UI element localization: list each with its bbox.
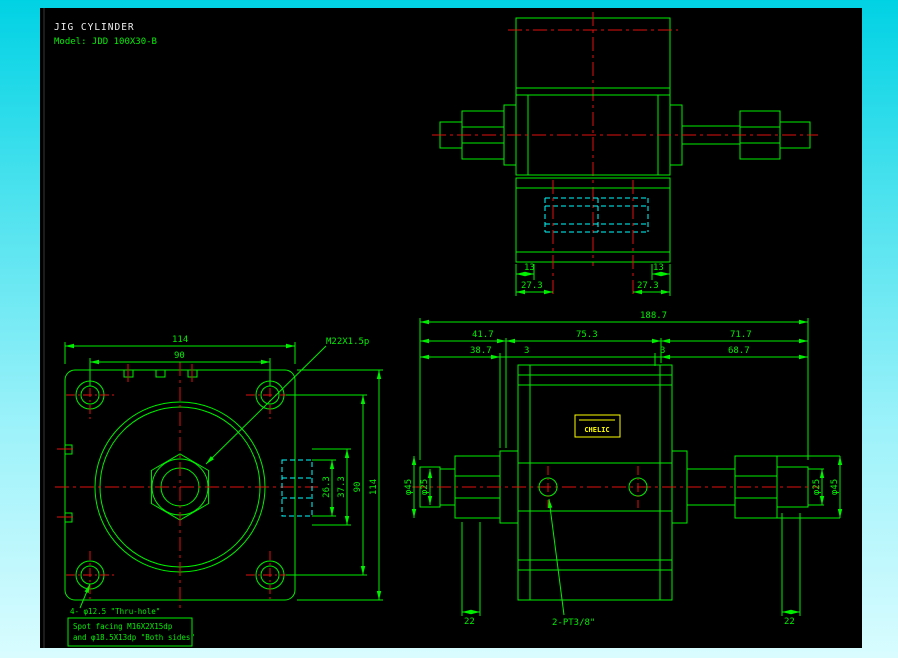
- dim-75-3: 75.3: [576, 330, 598, 340]
- dia-25-right: φ25: [812, 479, 822, 495]
- dim-41-7: 41.7: [472, 330, 494, 340]
- dia-25-left: φ25: [420, 479, 430, 495]
- bolt-hole-bottom-left: [66, 551, 114, 599]
- dim-13-left: 13: [524, 263, 535, 273]
- title-block: JIG CYLINDER Model: JDD 100X30-B: [54, 22, 157, 47]
- app-background: JIG CYLINDER Model: JDD 100X30-B: [0, 0, 898, 658]
- drawing-canvas[interactable]: JIG CYLINDER Model: JDD 100X30-B: [40, 8, 862, 648]
- brand-stamp-label: CHELIC: [584, 426, 609, 434]
- dim-27-3-right: 27.3: [637, 281, 659, 291]
- side-section-view: CHELIC 188.7 41.7 75.3 71.7: [404, 311, 840, 628]
- dim-13-right: 13: [653, 263, 664, 273]
- dim-68-7: 68.7: [728, 346, 750, 356]
- hole-notes: 4- φ12.5 "Thru-hole" Spot facing M16X2X1…: [68, 584, 195, 646]
- dia-45-left: φ45: [404, 479, 414, 495]
- plan-view: 13 13 27.3 27.3: [432, 12, 818, 296]
- dim-26-3-right: 26.3: [322, 476, 332, 498]
- dim-22-left: 22: [464, 617, 475, 627]
- dim-38-7: 38.7: [470, 346, 492, 356]
- port-callout: 2-PT3/8": [552, 618, 595, 628]
- dim-37-3-right: 37.3: [337, 476, 347, 498]
- note-line-3: and φ18.5X13dp "Both sides": [73, 633, 195, 642]
- dim-114-top: 114: [172, 335, 188, 345]
- dim-114-right: 114: [369, 479, 379, 495]
- front-view: 114 90 M22X1.5p 26.3 37.3: [55, 335, 383, 646]
- brand-stamp: CHELIC: [575, 415, 620, 437]
- drawing-title: JIG CYLINDER: [54, 22, 135, 33]
- dim-3-left: 3: [524, 346, 529, 356]
- dim-27-3-left: 27.3: [521, 281, 543, 291]
- cad-drawing: JIG CYLINDER Model: JDD 100X30-B: [40, 8, 862, 648]
- dim-3-right: 3: [660, 346, 665, 356]
- note-line-1: 4- φ12.5 "Thru-hole": [70, 607, 160, 616]
- dim-90-top: 90: [174, 351, 185, 361]
- model-label: Model: JDD 100X30-B: [54, 37, 157, 47]
- dim-71-7: 71.7: [730, 330, 752, 340]
- thread-callout: M22X1.5p: [326, 337, 369, 347]
- dia-45-right: φ45: [830, 479, 840, 495]
- note-line-2: Spot facing M16X2X15dp: [73, 622, 173, 631]
- dim-22-right: 22: [784, 617, 795, 627]
- dim-90-right: 90: [353, 482, 363, 493]
- dim-188-7: 188.7: [640, 311, 667, 321]
